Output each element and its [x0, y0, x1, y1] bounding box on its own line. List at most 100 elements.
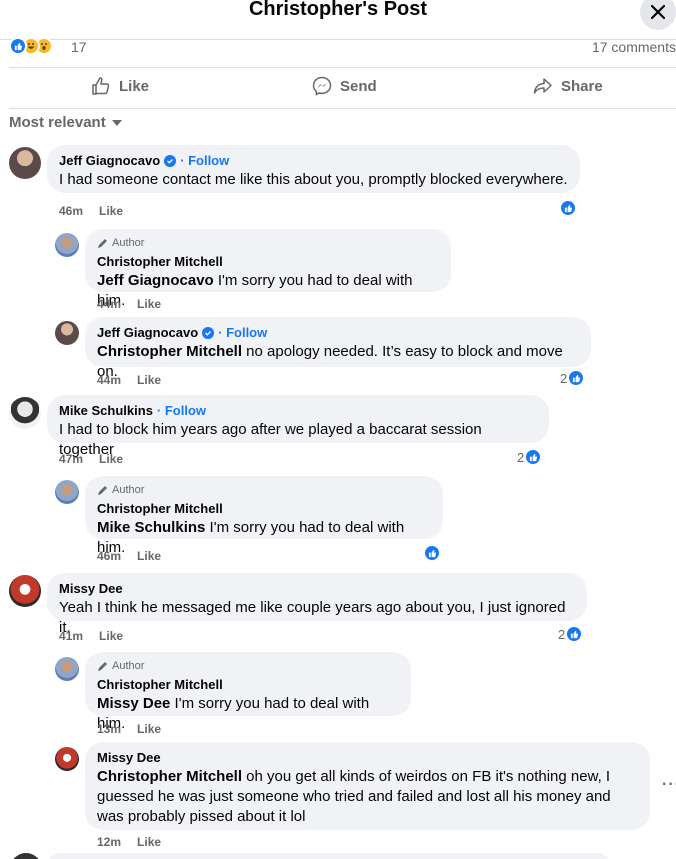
author-badge: Author [97, 484, 431, 496]
close-button[interactable] [640, 0, 676, 30]
comment-meta: 41m Like [59, 629, 123, 643]
comment-author-name[interactable]: Missy Dee [59, 581, 123, 596]
avatar[interactable] [55, 657, 79, 681]
comment-reaction-count: 2 [517, 449, 525, 465]
like-button[interactable]: Like [91, 76, 149, 96]
send-button-label: Send [340, 77, 377, 95]
avatar[interactable] [9, 147, 41, 179]
comment-bubble: Author Christopher Mitchell Mike Schulki… [85, 476, 443, 556]
comment-meta: 46m Like [59, 204, 123, 218]
avatar[interactable] [9, 397, 41, 429]
reaction-count[interactable]: 17 [71, 39, 87, 55]
mention-link[interactable]: Christopher Mitchell [97, 768, 242, 785]
comment-bubble: Missy Dee Yeah I think he messaged me li… [47, 573, 587, 636]
comment-text: Christopher Mitchell no apology needed. … [97, 342, 579, 382]
comment-author-name[interactable]: Christopher Mitchell [97, 254, 223, 269]
comment-meta: 13m Like [97, 722, 161, 736]
comment-bubble: Author Christopher Mitchell Jeff Giagnoc… [85, 229, 451, 309]
like-reaction-icon [524, 448, 543, 466]
comment-like-link[interactable]: Like [137, 722, 161, 736]
verified-badge-icon [164, 154, 177, 167]
avatar[interactable] [9, 575, 41, 607]
comment-text: Yeah I think he messaged me like couple … [59, 599, 566, 636]
reaction-icons[interactable] [9, 37, 53, 55]
comment-bubble: Jeff Giagnocavo · Follow I had someone c… [47, 145, 580, 193]
comment-meta: 12m Like [97, 835, 161, 849]
comment-time[interactable]: 46m [59, 204, 83, 218]
comment-text: I had someone contact me like this about… [59, 171, 568, 188]
more-options-icon[interactable]: ··· [662, 776, 676, 794]
comment-reaction-count: 2 [560, 370, 568, 386]
comment-author-name[interactable]: Jeff Giagnocavo [59, 153, 160, 168]
post-actions: Like Send Share [9, 67, 676, 109]
messenger-icon [312, 76, 332, 96]
pencil-icon [98, 661, 107, 671]
avatar[interactable] [55, 321, 79, 345]
like-reaction-icon [423, 544, 441, 562]
author-label: Author [112, 484, 145, 496]
comment-reaction-badge[interactable]: 2 [560, 369, 586, 387]
comment-time[interactable]: 44m [97, 297, 121, 311]
comment-author-name[interactable]: Jeff Giagnocavo [97, 325, 198, 340]
comment-like-link[interactable]: Like [137, 297, 161, 311]
like-reaction-icon [565, 625, 584, 643]
comment-reaction-badge[interactable] [423, 544, 441, 562]
comment-like-link[interactable]: Like [99, 452, 123, 466]
mention-link[interactable]: Christopher Mitchell [97, 343, 242, 360]
avatar[interactable] [10, 853, 42, 859]
send-button[interactable]: Send [312, 76, 377, 96]
comment-author-name[interactable]: Christopher Mitchell [97, 677, 223, 692]
comment-reaction-badge[interactable]: 2 [558, 625, 584, 643]
comment-like-link[interactable]: Like [99, 204, 123, 218]
author-badge: Author [97, 660, 399, 672]
share-button-label: Share [561, 77, 603, 95]
mention-link[interactable]: Mike Schulkins [97, 519, 205, 536]
comment-text: Christopher Mitchell oh you get all kind… [97, 767, 638, 827]
pencil-icon [98, 485, 107, 495]
comment-like-link[interactable]: Like [137, 835, 161, 849]
sort-label: Most relevant [9, 114, 106, 131]
avatar[interactable] [55, 747, 79, 771]
comment-time[interactable]: 47m [59, 452, 83, 466]
comment-time[interactable]: 13m [97, 722, 121, 736]
comment-meta: 47m Like [59, 452, 123, 466]
author-label: Author [112, 237, 145, 249]
comment-author-name[interactable]: Christopher Mitchell [97, 501, 223, 516]
comment-bubble [49, 853, 609, 859]
share-button[interactable]: Share [533, 76, 603, 96]
follow-link[interactable]: · Follow [180, 153, 229, 168]
comment-time[interactable]: 12m [97, 835, 121, 849]
avatar[interactable] [55, 233, 79, 257]
comment-author-name[interactable]: Mike Schulkins [59, 403, 153, 418]
comment-like-link[interactable]: Like [137, 549, 161, 563]
share-icon [533, 78, 552, 94]
comments-count[interactable]: 17 comments [592, 39, 676, 55]
comment-reaction-badge[interactable]: 2 [517, 448, 543, 466]
comment-bubble: Mike Schulkins · Follow I had to block h… [47, 395, 549, 458]
comment-like-link[interactable]: Like [99, 629, 123, 643]
close-icon [650, 4, 666, 20]
pencil-icon [98, 238, 107, 248]
comment-meta: 44m Like [97, 297, 161, 311]
follow-link[interactable]: · Follow [157, 403, 206, 418]
comment-meta: 44m Like [97, 373, 161, 387]
comment-bubble: Missy Dee Christopher Mitchell oh you ge… [85, 742, 650, 830]
comment-time[interactable]: 41m [59, 629, 83, 643]
mention-link[interactable]: Missy Dee [97, 695, 170, 712]
avatar[interactable] [55, 480, 79, 504]
comment-bubble: Author Christopher Mitchell Missy Dee I'… [85, 652, 411, 732]
comment-like-link[interactable]: Like [137, 373, 161, 387]
author-label: Author [112, 660, 145, 672]
sort-dropdown[interactable]: Most relevant [9, 114, 122, 131]
reactions-summary: 17 17 comments [9, 36, 676, 58]
post-title: Christopher's Post [248, 0, 428, 20]
comment-bubble: Jeff Giagnocavo · Follow Christopher Mit… [85, 317, 591, 380]
follow-link[interactable]: · Follow [218, 325, 267, 340]
comment-time[interactable]: 46m [97, 549, 121, 563]
comment-author-name[interactable]: Missy Dee [97, 750, 161, 765]
like-reaction-icon [567, 369, 586, 387]
mention-link[interactable]: Jeff Giagnocavo [97, 272, 214, 289]
comment-time[interactable]: 44m [97, 373, 121, 387]
comment-reaction-badge[interactable] [559, 199, 577, 217]
post-header: Christopher's Post [0, 0, 676, 40]
